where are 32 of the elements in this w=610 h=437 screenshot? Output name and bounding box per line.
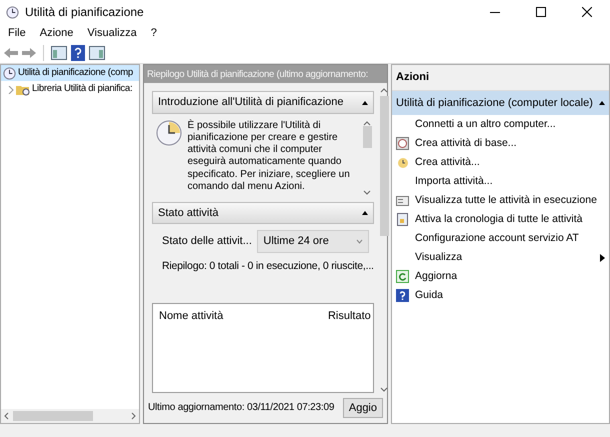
action-item[interactable]: Crea attività di base... bbox=[392, 134, 609, 153]
action-item[interactable]: Attiva la cronologia di tutte le attività bbox=[392, 210, 609, 229]
action-item[interactable]: Importa attività... bbox=[392, 172, 609, 191]
tree-item[interactable]: Utilità di pianificazione (comp bbox=[1, 65, 139, 82]
action-item[interactable]: Guida bbox=[392, 286, 609, 305]
column-header[interactable]: Nome attività bbox=[159, 308, 224, 392]
window-title: Utilità di pianificazione bbox=[25, 4, 144, 21]
refresh-button[interactable]: Aggio bbox=[342, 398, 383, 418]
section-title: Introduzione all'Utilità di pianificazione bbox=[158, 95, 344, 110]
actions-header: Azioni bbox=[392, 65, 609, 90]
menu-item[interactable]: File bbox=[8, 24, 26, 42]
section-title: Stato attività bbox=[158, 206, 219, 221]
period-dropdown[interactable]: Ultime 24 ore bbox=[257, 230, 370, 253]
menu-item[interactable]: Visualizza bbox=[87, 24, 137, 42]
intro-text: È possibile utilizzare l'Utilità di pianificazione per creare e gestire attività comuni che il computer eseguirà automaticamente quando specificato. Per iniziare, scegliere un comando dal menu Azioni. bbox=[188, 120, 351, 193]
action-item[interactable]: Connetti a un altro computer... bbox=[392, 115, 609, 134]
action-item[interactable]: Aggiorna bbox=[392, 267, 609, 286]
section-header[interactable]: Stato attività bbox=[152, 202, 374, 224]
column-header[interactable]: Risultato bbox=[328, 308, 373, 392]
pane-header: Riepilogo Utilità di pianificazione (ultimo aggiornamento: bbox=[144, 65, 387, 84]
tree-item[interactable]: Libreria Utilità di pianifica: bbox=[1, 81, 139, 98]
action-item[interactable]: Visualizza bbox=[392, 248, 609, 267]
status-summary: Riepilogo: 0 totali - 0 in esecuzione, 0 riuscite,... bbox=[161, 258, 374, 274]
action-item[interactable]: Visualizza tutte le attività in esecuzione bbox=[392, 191, 609, 210]
actions-group-header[interactable]: Utilità di pianificazione (computer locale) bbox=[392, 90, 609, 115]
section-header[interactable]: Introduzione all'Utilità di pianificazione bbox=[152, 91, 374, 114]
filter-label: Stato delle attivit... bbox=[162, 234, 252, 250]
menu-item[interactable]: ? bbox=[150, 24, 157, 42]
action-item[interactable]: Crea attività... bbox=[392, 153, 609, 172]
action-item[interactable]: Configurazione account servizio AT bbox=[392, 229, 609, 248]
last-update-text: Ultimo aggiornamento: 03/11/2021 07:23:09 bbox=[148, 401, 334, 416]
menu-item[interactable]: Azione bbox=[40, 24, 74, 42]
